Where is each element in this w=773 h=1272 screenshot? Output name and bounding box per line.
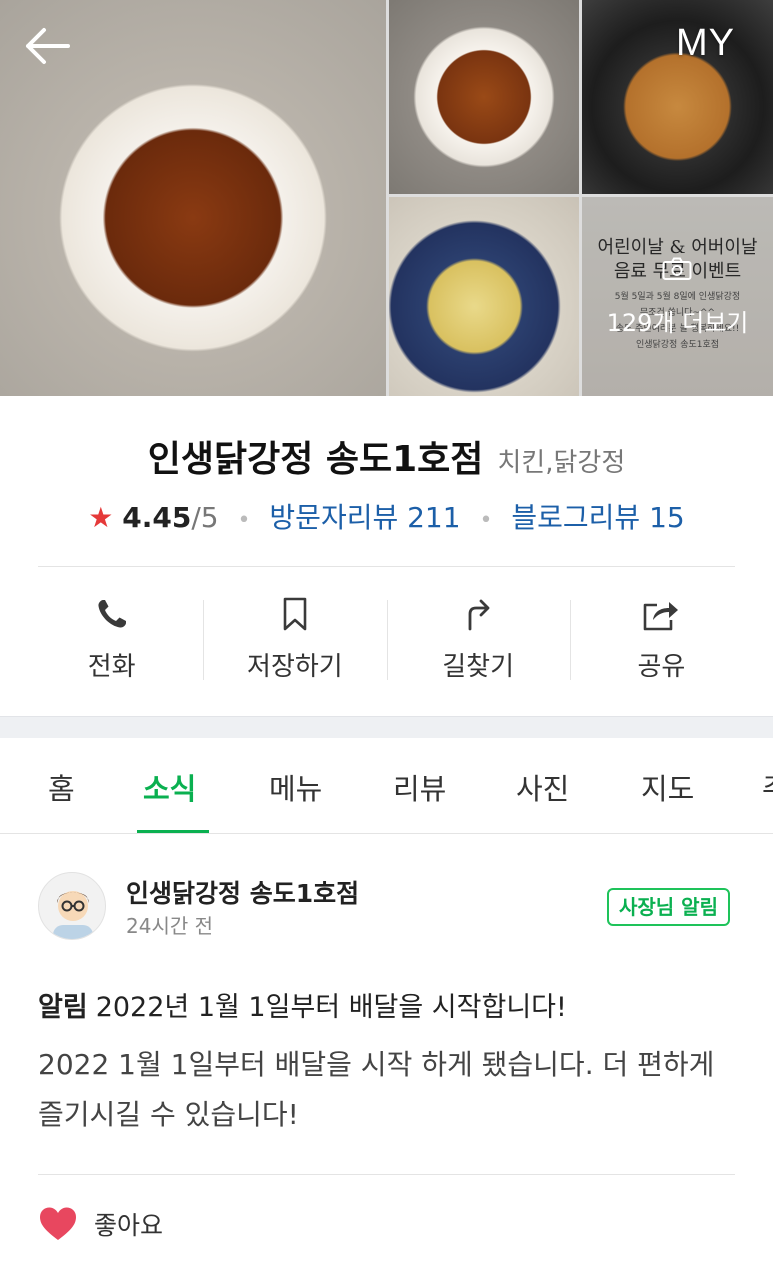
visitor-reviews-link[interactable]: 방문자리뷰 211 (269, 501, 460, 534)
tab-bar: 홈 소식 메뉴 리뷰 사진 지도 주 (0, 738, 773, 834)
post-body[interactable]: 2022 1월 1일부터 배달을 시작 하게 됐습니다. 더 편하게 즐기시길 … (38, 1040, 738, 1140)
gallery-photo-1[interactable] (389, 0, 579, 194)
owner-notice-badge: 사장님 알림 (607, 888, 730, 926)
post-author[interactable]: 인생닭강정 송도1호점 (126, 874, 359, 910)
dot-separator: • (479, 508, 493, 533)
blog-reviews-link[interactable]: 블로그리뷰 15 (511, 501, 684, 534)
camera-icon (662, 257, 692, 280)
share-button[interactable]: 공유 (569, 590, 753, 690)
tab-home[interactable]: 홈 (48, 766, 75, 808)
directions-label: 길찾기 (442, 652, 514, 682)
like-label: 좋아요 (94, 1211, 164, 1240)
dot-separator: • (237, 508, 251, 533)
store-name: 인생닭강정 송도1호점 (147, 439, 484, 480)
rating-score: 4.45 (122, 501, 192, 534)
photo-gallery: 어린이날 & 어버이날 음료 무료 이벤트 5월 5일과 5월 8일에 인생닭강… (0, 0, 773, 396)
divider (38, 1174, 735, 1175)
back-button[interactable] (22, 24, 72, 68)
arrow-left-icon (26, 28, 70, 64)
directions-icon (468, 599, 490, 631)
share-label: 공유 (637, 652, 686, 682)
tab-nearby[interactable]: 주 (762, 766, 773, 808)
my-button[interactable]: MY (676, 22, 735, 65)
save-button[interactable]: 저장하기 (203, 590, 386, 690)
avatar-person-icon (53, 891, 93, 939)
active-tab-indicator (137, 830, 209, 833)
rating-row: ★ 4.45/5 • 방문자리뷰 211 • 블로그리뷰 15 (0, 496, 773, 536)
more-photos-label: 129개 더보기 (606, 309, 749, 337)
post-tag: 알림 (38, 992, 88, 1023)
bookmark-icon (283, 597, 307, 631)
store-title-row: 인생닭강정 송도1호점 치킨,닭강정 (0, 430, 773, 482)
section-separator (0, 716, 773, 738)
tab-menu[interactable]: 메뉴 (269, 766, 322, 808)
store-category: 치킨,닭강정 (497, 448, 626, 478)
like-button[interactable]: 좋아요 (38, 1202, 163, 1246)
tab-news[interactable]: 소식 (143, 766, 196, 808)
tab-photo[interactable]: 사진 (516, 766, 569, 808)
heart-icon (40, 1207, 76, 1240)
save-label: 저장하기 (247, 652, 343, 682)
tab-map[interactable]: 지도 (641, 766, 694, 808)
call-button[interactable]: 전화 (20, 590, 203, 690)
post-headline-text: 2022년 1월 1일부터 배달을 시작합니다! (95, 992, 567, 1023)
more-photos-button[interactable]: 129개 더보기 (582, 197, 773, 396)
gallery-photo-3[interactable] (389, 197, 579, 396)
post-time: 24시간 전 (126, 914, 214, 938)
tab-review[interactable]: 리뷰 (393, 766, 446, 808)
directions-button[interactable]: 길찾기 (386, 590, 570, 690)
post-headline[interactable]: 알림 2022년 1월 1일부터 배달을 시작합니다! (38, 985, 567, 1024)
avatar[interactable] (38, 872, 106, 940)
share-icon (644, 602, 679, 631)
rating-max: /5 (191, 501, 219, 534)
divider (38, 566, 735, 567)
phone-icon (98, 600, 126, 628)
action-bar: 전화 저장하기 길찾기 공유 (20, 590, 753, 690)
call-label: 전화 (87, 652, 136, 682)
star-icon: ★ (88, 501, 114, 534)
